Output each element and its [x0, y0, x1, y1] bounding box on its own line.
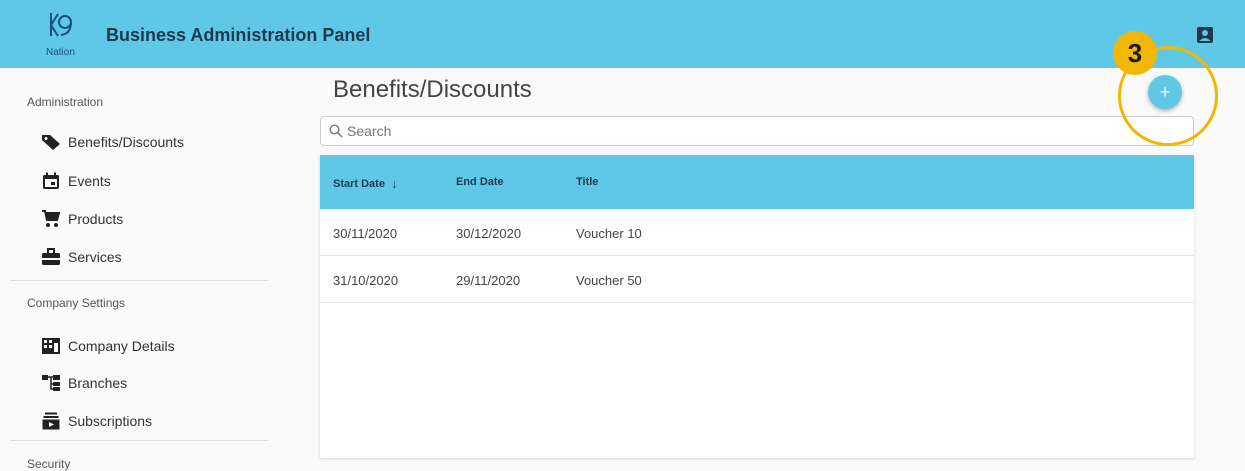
column-header-end-date[interactable]: End Date — [456, 176, 504, 188]
sort-arrow-down-icon: ↓ — [390, 176, 398, 191]
column-header-title[interactable]: Title — [576, 176, 598, 188]
sidebar-item-label: Events — [68, 173, 111, 189]
sidebar-item-services[interactable]: Services — [40, 244, 122, 270]
section-title-company-settings: Company Settings — [27, 296, 126, 310]
table-row[interactable]: 31/10/2020 29/11/2020 Voucher 50 — [320, 256, 1194, 303]
search-input[interactable] — [347, 123, 1147, 139]
toolbox-icon — [40, 248, 62, 266]
sidebar-item-label: Subscriptions — [68, 413, 153, 429]
sidebar-item-company-details[interactable]: Company Details — [40, 333, 175, 359]
tag-icon — [40, 133, 62, 151]
hierarchy-icon — [40, 374, 62, 392]
section-title-security: Security — [27, 457, 71, 471]
table-header: Start Date ↓ End Date Title — [320, 155, 1194, 209]
sidebar-item-label: Benefits/Discounts — [68, 134, 184, 150]
sidebar-divider — [10, 440, 268, 441]
sidebar-item-subscriptions[interactable]: Subscriptions — [40, 408, 152, 434]
sidebar-item-label: Products — [68, 211, 124, 227]
cell-start-date: 30/11/2020 — [333, 226, 398, 241]
logo: Nation — [45, 10, 93, 64]
page-title: Benefits/Discounts — [333, 76, 532, 103]
cell-end-date: 29/11/2020 — [456, 273, 521, 288]
section-title-administration: Administration — [27, 95, 104, 109]
cell-end-date: 30/12/2020 — [456, 226, 522, 241]
search-icon — [329, 124, 343, 138]
sidebar-divider — [10, 280, 268, 281]
cell-title: Voucher 10 — [576, 226, 642, 241]
cell-title: Voucher 50 — [576, 273, 642, 288]
sidebar-item-branches[interactable]: Branches — [40, 370, 127, 396]
logo-mark — [50, 13, 72, 37]
sidebar-item-label: Services — [68, 249, 122, 265]
sidebar-item-events[interactable]: Events — [40, 168, 111, 194]
cart-icon — [40, 210, 62, 228]
account-box-icon[interactable] — [1196, 26, 1214, 44]
app-title: Business Administration Panel — [106, 25, 371, 45]
sidebar-item-label: Branches — [68, 375, 128, 391]
app-header: Nation Business Administration Panel — [0, 0, 1245, 68]
logo-text: Nation — [46, 47, 75, 58]
subscriptions-icon — [40, 412, 62, 430]
cell-start-date: 31/10/2020 — [333, 273, 399, 288]
sidebar-item-label: Company Details — [68, 338, 175, 354]
calendar-icon — [40, 172, 62, 190]
column-header-start-date[interactable]: Start Date ↓ — [333, 176, 397, 191]
benefits-table: Start Date ↓ End Date Title 30/11/2020 3… — [320, 155, 1194, 458]
sidebar-item-benefits-discounts[interactable]: Benefits/Discounts — [40, 129, 184, 155]
table-row[interactable]: 30/11/2020 30/12/2020 Voucher 10 — [320, 209, 1194, 256]
search-bar[interactable] — [320, 116, 1194, 146]
sidebar-item-products[interactable]: Products — [40, 206, 123, 232]
sidebar: Administration Benefits/Discounts Events… — [0, 68, 280, 471]
building-icon — [40, 337, 62, 355]
step-badge: 3 — [1113, 31, 1157, 75]
